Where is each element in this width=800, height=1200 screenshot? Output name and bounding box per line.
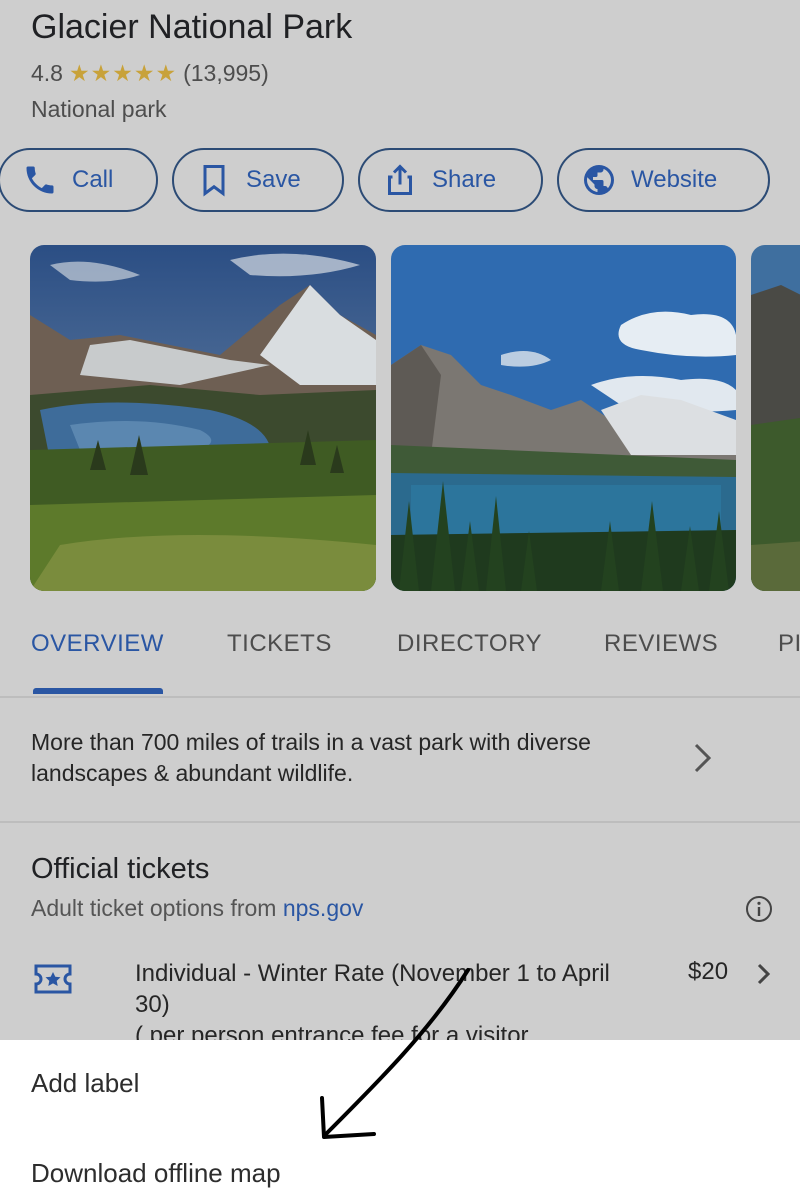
- ticket-icon: [34, 964, 72, 994]
- place-summary[interactable]: More than 700 miles of trails in a vast …: [0, 697, 800, 823]
- phone-icon: [22, 162, 58, 198]
- share-label: Share: [432, 166, 497, 193]
- website-button[interactable]: Website: [557, 148, 770, 212]
- official-tickets-subtitle: Adult ticket options from nps.gov: [31, 895, 363, 922]
- tickets-subtitle-prefix: Adult ticket options from: [31, 895, 283, 921]
- call-label: Call: [72, 166, 114, 193]
- chevron-right-icon[interactable]: [756, 962, 772, 986]
- bookmark-icon: [196, 162, 232, 198]
- summary-text: More than 700 miles of trails in a vast …: [31, 729, 591, 786]
- place-title: Glacier National Park: [31, 8, 353, 46]
- share-icon: [382, 162, 418, 198]
- globe-icon: [581, 162, 617, 198]
- share-button[interactable]: Share: [358, 148, 543, 212]
- park-photo-2[interactable]: [391, 245, 736, 591]
- ticket-name: Individual - Winter Rate (November 1 to …: [135, 960, 610, 1018]
- tab-overview[interactable]: OVERVIEW: [31, 630, 164, 658]
- download-offline-map-menu-item[interactable]: Download offline map: [31, 1158, 281, 1189]
- rating-stars-icon: ★★★★★: [68, 60, 178, 86]
- tab-bar: OVERVIEW TICKETS DIRECTORY REVIEWS PI: [0, 630, 800, 698]
- ticket-detail: ( per person entrance fee for a visitor: [135, 1022, 529, 1040]
- save-button[interactable]: Save: [172, 148, 344, 212]
- active-tab-indicator: [33, 688, 163, 694]
- tab-tickets[interactable]: TICKETS: [227, 630, 332, 658]
- tab-more[interactable]: PI: [778, 630, 800, 658]
- chevron-right-icon: [694, 743, 712, 773]
- ticket-price: $20: [688, 958, 729, 985]
- nps-gov-link[interactable]: nps.gov: [283, 895, 364, 921]
- rating-value: 4.8: [31, 60, 63, 86]
- save-label: Save: [246, 166, 301, 193]
- official-tickets-title: Official tickets: [31, 853, 210, 885]
- place-details-page: Glacier National Park 4.8 ★★★★★ (13,995)…: [0, 0, 800, 1040]
- info-icon[interactable]: [744, 894, 774, 924]
- rating-row[interactable]: 4.8 ★★★★★ (13,995): [31, 60, 269, 87]
- park-photo-3[interactable]: [751, 245, 800, 591]
- place-category: National park: [31, 96, 167, 122]
- park-photo-1[interactable]: [30, 245, 376, 591]
- add-label-menu-item[interactable]: Add label: [31, 1068, 139, 1099]
- ticket-item[interactable]: Individual - Winter Rate (November 1 to …: [135, 958, 635, 1040]
- review-count: (13,995): [183, 60, 269, 86]
- website-label: Website: [631, 166, 718, 193]
- call-button[interactable]: Call: [0, 148, 158, 212]
- bottom-sheet-menu: Add label Download offline map: [0, 1040, 800, 1200]
- tab-directory[interactable]: DIRECTORY: [397, 630, 542, 658]
- tab-reviews[interactable]: REVIEWS: [604, 630, 718, 658]
